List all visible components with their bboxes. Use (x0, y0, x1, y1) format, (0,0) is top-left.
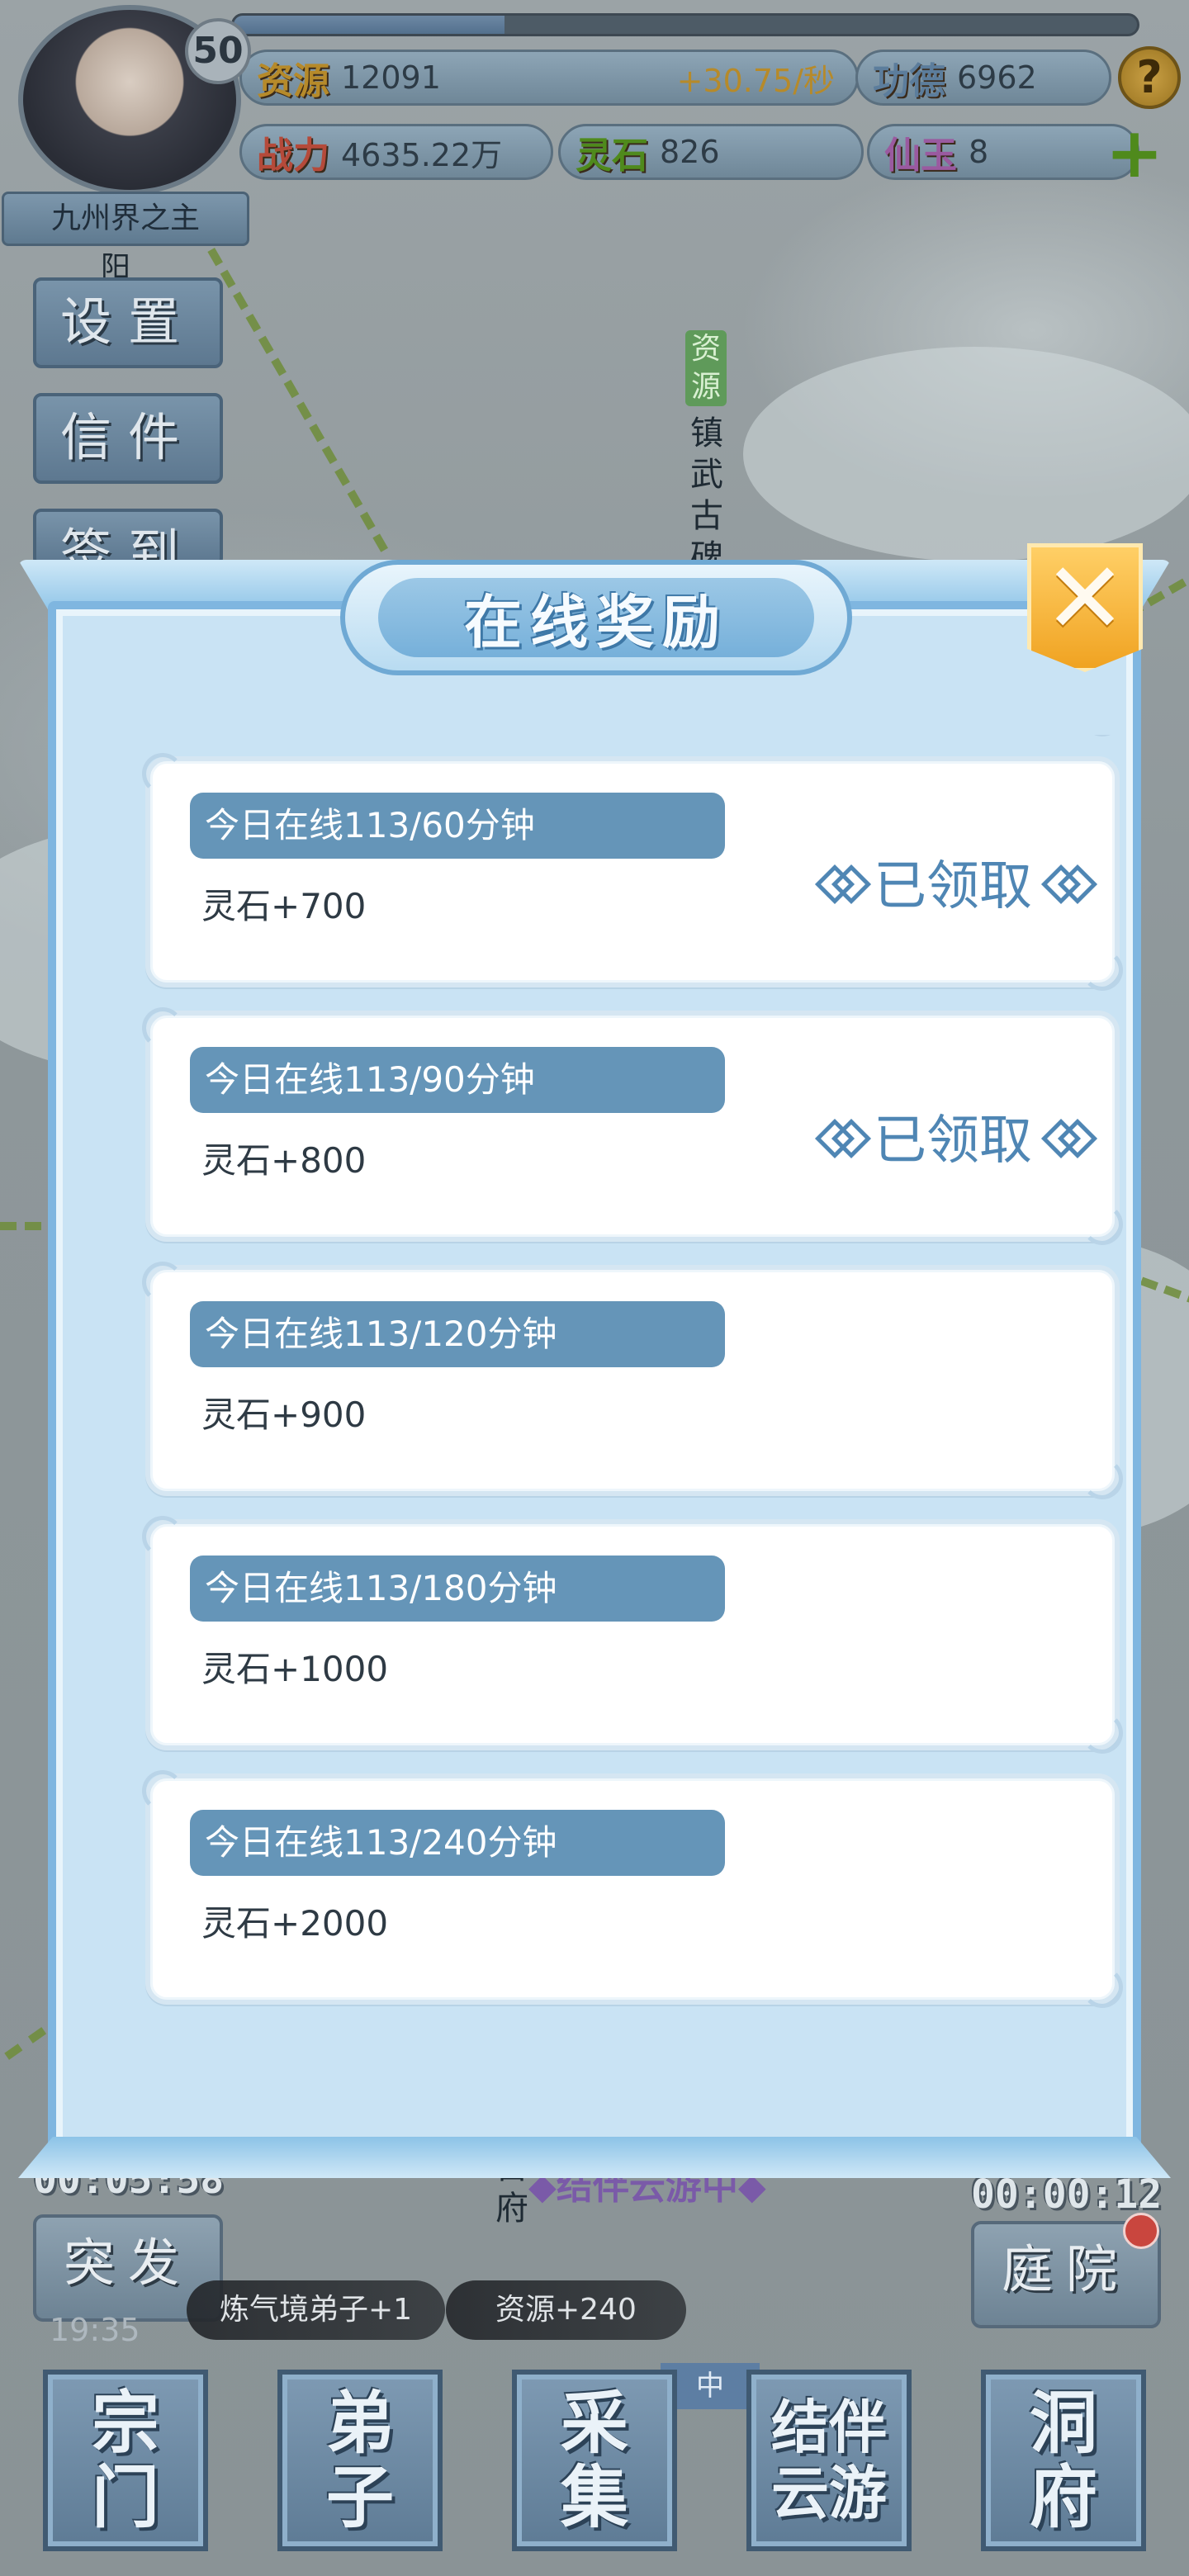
modal-title: 在线奖励 (464, 587, 728, 656)
reward-amount: 灵石+700 (201, 886, 367, 926)
reward-amount: 灵石+2000 (201, 1903, 389, 1944)
claimed-label: 已领取 (874, 856, 1032, 917)
reward-condition: 今日在线113/60分钟 (190, 793, 725, 859)
claimed-label: 已领取 (874, 1110, 1032, 1172)
reward-card: 今日在线113/240分钟灵石+2000 (142, 1770, 1123, 2008)
reward-card: 今日在线113/180分钟灵石+1000 (142, 1516, 1123, 1754)
close-x-icon: ✕ (1043, 542, 1127, 656)
diamond-ornament-icon (817, 865, 862, 898)
reward-amount: 灵石+1000 (201, 1649, 389, 1689)
reward-list[interactable]: 今日在线113/30分钟灵石+600已领取今日在线113/60分钟灵石+700已… (109, 735, 1156, 2173)
online-reward-modal: 今日在线113/30分钟灵石+600已领取今日在线113/60分钟灵石+700已… (18, 543, 1171, 2178)
reward-amount: 灵石+900 (201, 1395, 367, 1435)
diamond-ornament-icon (817, 1120, 862, 1153)
reward-list-inner: 今日在线113/30分钟灵石+600已领取今日在线113/60分钟灵石+700已… (109, 735, 1156, 2028)
reward-condition: 今日在线113/240分钟 (190, 1810, 725, 1876)
close-button[interactable]: ✕ (1027, 543, 1143, 672)
modal-title-inner: 在线奖励 (378, 578, 814, 657)
modal-bottom-bar (18, 2137, 1171, 2178)
reward-amount: 灵石+800 (201, 1140, 367, 1181)
reward-card: 今日在线113/60分钟灵石+700 已领取 (142, 753, 1123, 991)
reward-card: 今日在线113/90分钟灵石+800 已领取 (142, 1007, 1123, 1245)
reward-condition: 今日在线113/180分钟 (190, 1556, 725, 1622)
diamond-ornament-icon (1044, 1120, 1088, 1153)
modal-frame: 今日在线113/30分钟灵石+600已领取今日在线113/60分钟灵石+700已… (48, 601, 1141, 2162)
modal-title-plate: 在线奖励 (340, 560, 852, 675)
diamond-ornament-icon (1044, 865, 1088, 898)
reward-card: 今日在线113/120分钟灵石+900 (142, 1262, 1123, 1499)
claimed-status: 已领取 (817, 844, 1088, 920)
claimed-status: 已领取 (817, 1098, 1088, 1174)
reward-condition: 今日在线113/120分钟 (190, 1301, 725, 1367)
reward-condition: 今日在线113/90分钟 (190, 1047, 725, 1113)
